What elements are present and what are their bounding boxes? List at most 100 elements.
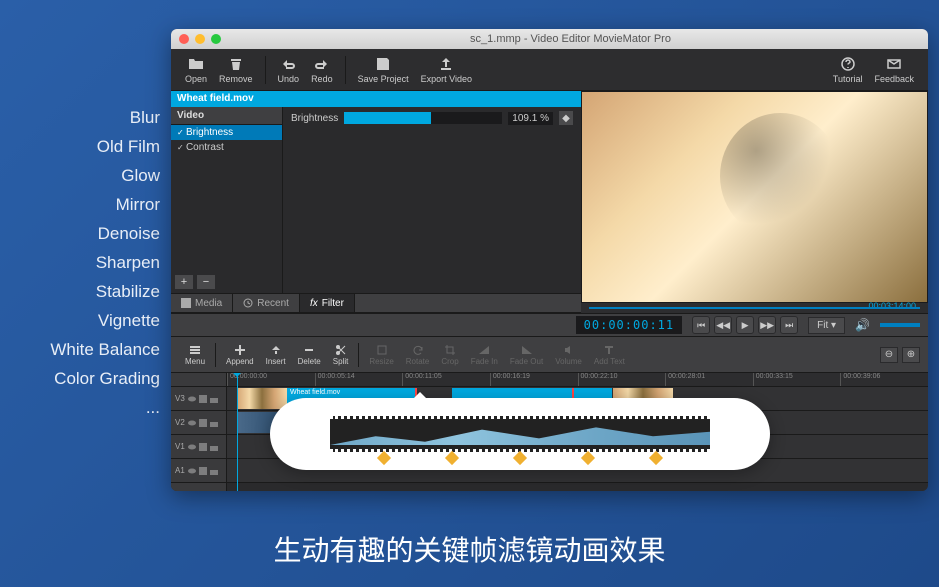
keyframe-diamond-icon: [377, 451, 391, 465]
insert-button[interactable]: Insert: [260, 342, 292, 368]
eye-icon: [188, 419, 196, 427]
mute-icon: [199, 443, 207, 451]
keyframe-diamond-icon: [649, 451, 663, 465]
mail-icon: [886, 56, 902, 72]
append-button[interactable]: Append: [220, 342, 260, 368]
fadein-button[interactable]: Fade In: [465, 342, 504, 368]
panel-tabs: Media Recent fx Filter: [171, 293, 581, 313]
mute-icon: [199, 395, 207, 403]
menu-button[interactable]: Menu: [179, 342, 211, 368]
export-video-button[interactable]: Export Video: [415, 54, 478, 86]
minimize-icon[interactable]: [195, 34, 205, 44]
timeline-toolbar: Menu Append Insert Delete Split Resize R…: [171, 337, 928, 373]
skip-end-button[interactable]: ⏭: [780, 316, 798, 334]
undo-button[interactable]: Undo: [272, 54, 306, 86]
menu-icon: [189, 344, 201, 356]
fadeout-icon: [521, 344, 533, 356]
zoom-icon[interactable]: [211, 34, 221, 44]
text-icon: [603, 344, 615, 356]
preview-scrubber[interactable]: 00:03:14:00: [581, 303, 928, 313]
resize-button[interactable]: Resize: [363, 342, 399, 368]
zoom-fit-select[interactable]: Fit ▾: [808, 317, 845, 334]
save-icon: [375, 56, 391, 72]
tutorial-button[interactable]: Tutorial: [827, 54, 869, 86]
clip-thumb[interactable]: [237, 388, 287, 409]
help-icon: [840, 56, 856, 72]
filter-item-contrast[interactable]: Contrast: [171, 140, 282, 155]
titlebar: sc_1.mmp - Video Editor MovieMator Pro: [171, 29, 928, 49]
lock-icon: [210, 419, 218, 427]
tagline: 生动有趣的关键帧滤镜动画效果: [0, 529, 939, 569]
keyframe-toggle[interactable]: ◆: [559, 111, 573, 125]
volume-icon: [563, 344, 575, 356]
crop-button[interactable]: Crop: [435, 342, 464, 368]
undo-icon: [280, 56, 296, 72]
folder-open-icon: [188, 56, 204, 72]
filter-clip-name: Wheat field.mov: [171, 91, 581, 107]
feedback-button[interactable]: Feedback: [868, 54, 920, 86]
zoom-out-button[interactable]: ⊖: [880, 347, 898, 363]
playback-controls: 00:00:00:11 ⏮ ◀◀ ▶ ▶▶ ⏭ Fit ▾ 🔊: [171, 313, 928, 337]
timecode-display[interactable]: 00:00:00:11: [576, 316, 682, 334]
addtext-button[interactable]: Add Text: [588, 342, 631, 368]
mute-icon: [199, 419, 207, 427]
brightness-value: 109.1 %: [508, 112, 553, 125]
filter-item-brightness[interactable]: Brightness: [171, 125, 282, 140]
prev-frame-button[interactable]: ◀◀: [714, 316, 732, 334]
tab-recent[interactable]: Recent: [233, 294, 300, 312]
fadein-icon: [478, 344, 490, 356]
split-button[interactable]: Split: [327, 342, 355, 368]
preview-viewport[interactable]: [582, 92, 927, 302]
fx-icon: fx: [310, 298, 318, 309]
add-filter-button[interactable]: +: [175, 275, 193, 289]
feature-list: Blur Old Film Glow Mirror Denoise Sharpe…: [0, 108, 160, 427]
track-head-a1[interactable]: A1: [171, 459, 226, 483]
filter-list: Video Brightness Contrast + −: [171, 107, 283, 293]
rotate-icon: [412, 344, 424, 356]
lock-icon: [210, 443, 218, 451]
minus-icon: [303, 344, 315, 356]
skip-start-button[interactable]: ⏮: [692, 316, 710, 334]
track-head-v3[interactable]: V3: [171, 387, 226, 411]
window-title: sc_1.mmp - Video Editor MovieMator Pro: [221, 33, 920, 45]
remove-button[interactable]: Remove: [213, 54, 259, 86]
crop-icon: [444, 344, 456, 356]
plus-icon: [234, 344, 246, 356]
filmstrip-graphic: [330, 416, 710, 452]
eye-icon: [188, 395, 196, 403]
remove-filter-button[interactable]: −: [197, 275, 215, 289]
playhead[interactable]: [237, 373, 238, 491]
delete-button[interactable]: Delete: [292, 342, 327, 368]
volume-icon[interactable]: 🔊: [855, 318, 870, 332]
save-project-button[interactable]: Save Project: [352, 54, 415, 86]
main-toolbar: Open Remove Undo Redo Save Project Expor…: [171, 49, 928, 91]
volume-button[interactable]: Volume: [549, 342, 588, 368]
eye-icon: [188, 443, 196, 451]
tab-media[interactable]: Media: [171, 294, 233, 312]
keyframe-diamond-icon: [581, 451, 595, 465]
filter-list-header: Video: [171, 107, 282, 125]
next-frame-button[interactable]: ▶▶: [758, 316, 776, 334]
export-icon: [438, 56, 454, 72]
keyframe-callout: [270, 398, 770, 470]
fadeout-button[interactable]: Fade Out: [504, 342, 549, 368]
open-button[interactable]: Open: [179, 54, 213, 86]
track-head-v1[interactable]: V1: [171, 435, 226, 459]
lock-icon: [210, 395, 218, 403]
track-head-v2[interactable]: V2: [171, 411, 226, 435]
split-icon: [335, 344, 347, 356]
keyframe-diamond-icon: [445, 451, 459, 465]
play-button[interactable]: ▶: [736, 316, 754, 334]
timeline-ruler[interactable]: 00:00:00:00 00:00:05:14 00:00:11:05 00:0…: [227, 373, 928, 387]
mute-icon: [199, 467, 207, 475]
eye-icon: [188, 467, 196, 475]
tab-filter[interactable]: fx Filter: [300, 294, 355, 312]
brightness-slider[interactable]: [344, 112, 502, 124]
rotate-button[interactable]: Rotate: [400, 342, 436, 368]
redo-button[interactable]: Redo: [305, 54, 339, 86]
close-icon[interactable]: [179, 34, 189, 44]
volume-slider[interactable]: [880, 323, 920, 327]
clock-icon: [243, 298, 253, 308]
zoom-in-button[interactable]: ⊕: [902, 347, 920, 363]
preview-panel: 00:03:14:00: [581, 91, 928, 313]
